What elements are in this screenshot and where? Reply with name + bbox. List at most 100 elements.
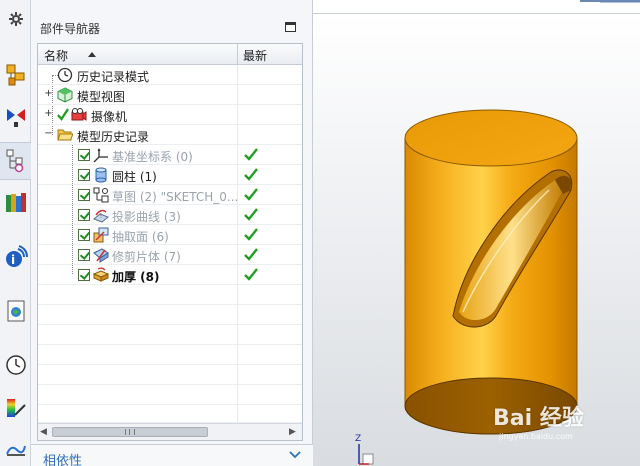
cell-divider [237, 245, 238, 265]
project-curve-icon [93, 207, 109, 223]
tree-row-cylinder[interactable]: 圆柱 (1) [38, 165, 302, 185]
tree-row-datum-csys[interactable]: 基准坐标系 (0) [38, 145, 302, 165]
watermark-url: jingyan.baidu.com [499, 432, 573, 441]
maximize-icon[interactable] [285, 22, 296, 32]
row-label: 基准坐标系 (0) [112, 150, 193, 164]
empty-row [38, 325, 302, 345]
cell-divider [237, 365, 238, 385]
empty-row [38, 345, 302, 365]
graphics-window-tab-strip [313, 0, 640, 14]
extract-face-icon [93, 227, 109, 243]
part-navigator-icon[interactable] [0, 142, 31, 180]
tree-row-cameras[interactable]: + 摄像机 [38, 105, 302, 125]
tree-row-project-curve[interactable]: 投影曲线 (3) [38, 205, 302, 225]
cell-divider [237, 185, 238, 205]
column-name-header[interactable]: 名称 [44, 47, 68, 64]
cell-divider [237, 225, 238, 245]
tree-row-model-history[interactable]: − 模型历史记录 [38, 125, 302, 145]
watermark: Bai 经验 jingyan.baidu.com [493, 392, 640, 452]
up-to-date-check-icon [244, 227, 258, 241]
graphics-viewport[interactable]: Z Bai 经验 jingyan.baidu.com [313, 14, 640, 466]
cylinder-icon [93, 167, 109, 183]
cell-divider [237, 405, 238, 425]
empty-row [38, 385, 302, 405]
thicken-icon [92, 267, 110, 283]
cell-divider [237, 345, 238, 365]
row-label: 圆柱 (1) [112, 170, 157, 184]
camera-icon [71, 107, 87, 123]
view-triad: Z [355, 434, 385, 466]
column-header: 名称 最新 [38, 44, 302, 65]
process-studio-icon[interactable] [0, 430, 31, 466]
tree-row-history-mode[interactable]: 历史记录模式 [38, 65, 302, 85]
resource-bar: i [0, 0, 31, 466]
reuse-library-icon[interactable] [0, 184, 31, 222]
horizontal-scrollbar[interactable]: ◀ ▶ [38, 423, 302, 440]
tree-row-extract-face[interactable]: 抽取面 (6) [38, 225, 302, 245]
scroll-left-arrow-icon[interactable]: ◀ [40, 427, 47, 437]
part-navigator-panel: 部件导航器 名称 最新 历史记录模式 + 模型视图 + 摄像机 − 模型历史记录… [31, 0, 313, 466]
clock-icon [57, 67, 73, 83]
cell-divider [237, 305, 238, 325]
tab-indicator [600, 2, 640, 3]
navigator-header: 部件导航器 [31, 0, 313, 40]
chevron-down-icon[interactable] [287, 448, 303, 462]
cell-divider [237, 145, 238, 165]
datum-csys-icon [93, 147, 109, 163]
model-views-icon [57, 87, 73, 103]
visibility-checkbox[interactable] [78, 269, 90, 281]
visibility-checkbox[interactable] [78, 189, 90, 201]
up-to-date-check-icon [244, 267, 258, 281]
settings-gear-icon[interactable] [0, 6, 31, 32]
check-mark-icon [57, 107, 69, 123]
sort-ascending-icon [88, 52, 96, 57]
constraint-navigator-icon[interactable] [0, 98, 31, 136]
system-materials-icon[interactable] [0, 390, 31, 428]
visibility-checkbox[interactable] [78, 229, 90, 241]
sketch-icon [93, 187, 109, 203]
tree-row-trim-sheet[interactable]: 修剪片体 (7) [38, 245, 302, 265]
up-to-date-check-icon [244, 187, 258, 201]
visibility-checkbox[interactable] [78, 169, 90, 181]
cell-divider [237, 105, 238, 125]
tree-row-thicken[interactable]: 加厚 (8) [38, 265, 302, 285]
visibility-checkbox[interactable] [78, 249, 90, 261]
cell-divider [237, 285, 238, 305]
cylinder-top-face[interactable] [404, 109, 578, 167]
dependencies-section[interactable]: 相依性 [31, 444, 313, 466]
row-label: 修剪片体 (7) [112, 250, 181, 264]
row-label: 投影曲线 (3) [112, 210, 181, 224]
empty-row [38, 305, 302, 325]
cell-divider [237, 85, 238, 105]
visibility-checkbox[interactable] [78, 209, 90, 221]
column-latest-header[interactable]: 最新 [243, 47, 267, 64]
dependencies-label: 相依性 [43, 454, 83, 466]
empty-row [38, 405, 302, 425]
row-label: 摄像机 [91, 110, 128, 124]
up-to-date-check-icon [244, 147, 258, 161]
grip-icon [125, 429, 135, 435]
trim-sheet-icon [93, 247, 109, 263]
tree-row-model-views[interactable]: + 模型视图 [38, 85, 302, 105]
navigator-tree: 名称 最新 历史记录模式 + 模型视图 + 摄像机 − 模型历史记录 基准坐标系… [37, 43, 303, 441]
visibility-checkbox[interactable] [78, 149, 90, 161]
web-browser-icon[interactable] [0, 292, 31, 330]
watermark-text: Bai 经验 [493, 406, 584, 431]
scroll-right-arrow-icon[interactable]: ▶ [289, 427, 296, 437]
expand-plus-icon[interactable]: + [44, 89, 53, 99]
row-label: 模型历史记录 [77, 130, 150, 144]
cell-divider [237, 325, 238, 345]
history-icon[interactable] [0, 346, 31, 384]
tree-row-sketch[interactable]: 草图 (2) "SKETCH_0... [38, 185, 302, 205]
cell-divider [237, 165, 238, 185]
column-divider[interactable] [237, 44, 238, 65]
row-label: 历史记录模式 [77, 70, 150, 84]
scrollbar-thumb[interactable] [52, 427, 208, 437]
hd3d-tools-icon[interactable]: i [0, 238, 31, 276]
folder-open-icon [57, 127, 74, 143]
expand-plus-icon[interactable]: + [44, 109, 53, 119]
row-label: 抽取面 (6) [112, 230, 169, 244]
collapse-minus-icon[interactable]: − [44, 129, 53, 139]
assembly-navigator-icon[interactable] [0, 56, 31, 94]
row-label: 加厚 (8) [112, 270, 160, 284]
